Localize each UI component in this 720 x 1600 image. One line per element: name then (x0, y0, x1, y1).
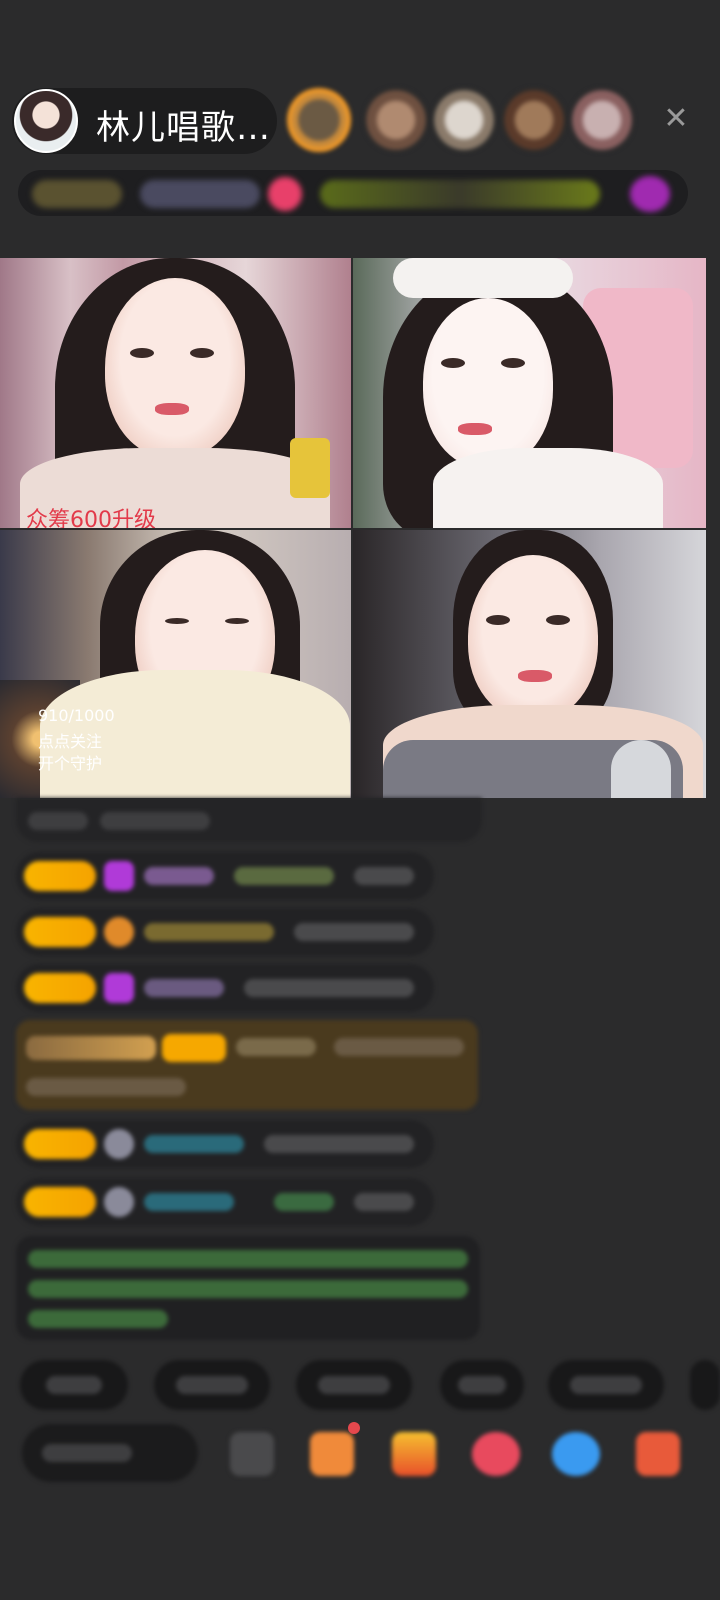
host-name[interactable]: 林儿唱歌… (96, 100, 271, 149)
chat-message-3[interactable] (16, 908, 434, 956)
system-notice-message (16, 1236, 480, 1340)
share-icon[interactable] (310, 1432, 354, 1476)
quick-reply-2[interactable] (154, 1360, 270, 1410)
top-viewer-avatar-2[interactable] (364, 88, 428, 152)
chat-message-2[interactable] (16, 852, 434, 900)
quick-reply-5[interactable] (548, 1360, 664, 1410)
top-viewer-avatar-5[interactable] (570, 88, 634, 152)
top-viewer-avatar-4[interactable] (502, 88, 566, 152)
close-icon[interactable]: ✕ (659, 102, 693, 136)
hot-chip[interactable] (140, 180, 260, 208)
quick-reply-6[interactable] (690, 1360, 720, 1410)
hot-icon (268, 177, 302, 211)
video-tile-2[interactable] (353, 258, 706, 528)
quick-reply-1[interactable] (20, 1360, 128, 1410)
host-avatar[interactable] (14, 89, 78, 153)
gift-box-icon[interactable] (392, 1432, 436, 1476)
chat-message-1[interactable] (16, 798, 482, 842)
chat-message-4[interactable] (16, 964, 434, 1012)
video-tile-3[interactable]: 910/1000 点点关注 开个守护 (0, 530, 351, 798)
quick-reply-4[interactable] (440, 1360, 524, 1410)
follow-prompt: 点点关注 (38, 732, 103, 751)
comment-input[interactable] (22, 1424, 198, 1482)
chat-message-6[interactable] (16, 1120, 434, 1168)
gift-icon[interactable] (630, 176, 670, 212)
heart-icon[interactable] (472, 1432, 520, 1476)
emoji-icon[interactable] (230, 1432, 274, 1476)
notification-dot (348, 1422, 360, 1434)
chat-message-7[interactable] (16, 1178, 434, 1226)
chat-bubble-icon[interactable] (552, 1432, 600, 1476)
chat-message-5-highlight[interactable] (16, 1020, 478, 1110)
top-viewer-avatar-3[interactable] (432, 88, 496, 152)
more-grid-icon[interactable] (636, 1432, 680, 1476)
guard-progress: 910/1000 (38, 706, 115, 725)
notice-chip[interactable] (320, 180, 600, 208)
rank-chip[interactable] (32, 180, 122, 208)
video-tile-1[interactable]: 众筹600升级 (0, 258, 351, 528)
crowdfund-label: 众筹600升级 (26, 508, 156, 528)
video-tile-4[interactable] (353, 530, 706, 798)
quick-reply-3[interactable] (296, 1360, 412, 1410)
top-viewer-avatar-1[interactable] (287, 88, 351, 152)
guard-prompt: 开个守护 (38, 754, 103, 773)
